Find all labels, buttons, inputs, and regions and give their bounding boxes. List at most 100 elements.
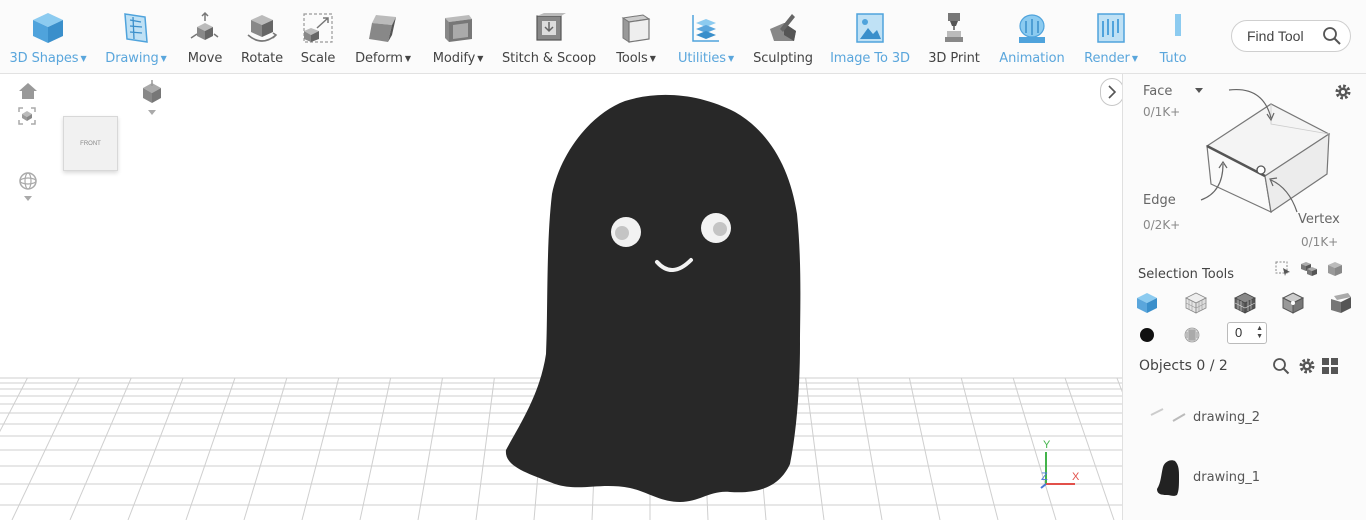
ghost-body[interactable] [505,94,801,502]
search-icon[interactable] [1322,26,1342,46]
solid-select-icon[interactable] [1135,291,1159,315]
tool-3d-print[interactable]: 3D Print [926,0,982,74]
tool-label: Utilities [677,51,726,66]
stepper-value: 0 [1235,325,1243,340]
tool-rotate[interactable]: Rotate [240,0,284,74]
tool-label: 3D Shapes [9,51,79,66]
vertex-label: Vertex [1298,212,1340,227]
object-thumbnail [1149,455,1193,499]
view-cube[interactable]: FRONT [63,116,118,171]
face-label: Face [1143,84,1173,99]
edge-label: Edge [1143,193,1176,208]
tool-sculpting[interactable]: Sculpting [752,0,814,74]
vertex-count: 0/1K+ [1301,235,1339,249]
tool-move[interactable]: Move [184,0,226,74]
view-cube-face-label: FRONT [80,140,101,147]
app-window: 3D Shapes▼ Drawing▼ Move Rotate Scale [0,0,1366,520]
deform-icon [365,10,401,46]
fit-view-icon[interactable] [17,106,37,126]
axis-gizmo: Y X Z [1040,439,1080,489]
grid-view-icon[interactable] [1321,357,1339,375]
object-name: drawing_2 [1193,409,1261,425]
object-thumbnail [1149,395,1193,439]
utilities-icon [688,10,724,46]
tool-label: Deform [355,51,403,66]
object-item-drawing-1[interactable]: drawing_1 [1123,449,1366,505]
object-item-drawing-2[interactable]: drawing_2 [1123,389,1366,445]
collapse-panel-button[interactable] [1100,78,1122,106]
selection-stepper[interactable]: 0 ▲ ▼ [1227,322,1267,344]
tool-label: Drawing [105,51,159,66]
edge-count: 0/2K+ [1143,218,1181,232]
tool-utilities[interactable]: Utilities ▼ [676,0,736,74]
color-fill-icon[interactable] [1138,326,1156,344]
modify-icon [440,10,476,46]
find-tool-placeholder: Find Tool [1247,28,1304,44]
object-name: drawing_1 [1193,469,1261,485]
objects-settings-icon[interactable] [1298,357,1316,375]
tool-3d-shapes[interactable]: 3D Shapes ▼ [8,0,88,74]
tool-animation[interactable]: Animation [998,0,1066,74]
tool-label: Render [1084,51,1130,66]
face-select-icon[interactable] [1329,291,1353,315]
image-icon [852,10,888,46]
stitch-scoop-icon [531,10,567,46]
axis-x-label: X [1072,471,1080,483]
tool-label: Tuto [1159,51,1187,66]
selection-tools-label: Selection Tools [1138,267,1235,282]
cube-icon [30,10,66,46]
tool-label: Stitch & Scoop [502,51,597,66]
objects-count-label: Objects 0 / 2 [1139,358,1228,374]
tool-drawing[interactable]: Drawing ▼ [104,0,168,74]
tool-label: Scale [300,51,336,66]
right-panel: Face 0/1K+ Edge 0/2K+ Vertex 0/1K+ Selec… [1122,74,1366,520]
tool-label: Modify [432,51,476,66]
tool-scale[interactable]: Scale [298,0,338,74]
main-toolbar: 3D Shapes▼ Drawing▼ Move Rotate Scale [0,0,1366,74]
ghost-left-eye [611,217,641,247]
rotate-icon [244,10,280,46]
search-objects-icon[interactable] [1272,357,1290,375]
view-mode-icon[interactable] [140,80,164,118]
tool-label: 3D Print [928,51,980,66]
3d-viewport[interactable]: FRONT Y X Z [0,74,1122,520]
wireframe-select-icon[interactable] [1184,291,1208,315]
ghost-model[interactable] [0,74,1122,520]
tool-image-to-3d[interactable]: Image To 3D [830,0,910,74]
ghost-right-eye [701,213,731,243]
axis-z-label: Z [1041,471,1048,483]
animation-icon [1014,10,1050,46]
select-objects-icon[interactable] [1300,261,1318,277]
box-select-icon[interactable] [1281,291,1305,315]
tool-label: Rotate [241,51,283,66]
tool-modify[interactable]: Modify ▼ [429,0,487,74]
tool-render[interactable]: Render ▼ [1082,0,1140,74]
tool-label: Image To 3D [830,51,910,66]
grid-select-icon[interactable] [1233,291,1257,315]
tool-label: Tools [616,51,648,66]
tool-label: Move [187,51,223,66]
tool-stitch-scoop[interactable]: Stitch & Scoop [502,0,596,74]
tool-label: Sculpting [753,51,813,66]
tool-label: Animation [999,51,1065,66]
sculpting-icon [765,10,801,46]
chevron-right-icon [1108,85,1117,99]
stepper-arrows[interactable]: ▲ ▼ [1256,325,1263,341]
pattern-fill-icon[interactable] [1183,326,1201,344]
move-icon [187,10,223,46]
printer-icon [936,10,972,46]
render-icon [1093,10,1129,46]
tutorials-icon [1155,10,1191,46]
tools-icon [618,10,654,46]
select-all-icon[interactable] [1327,261,1343,277]
tool-deform[interactable]: Deform ▼ [352,0,414,74]
select-cursor-icon[interactable] [1275,261,1291,277]
face-count: 0/1K+ [1143,105,1181,119]
axis-y-label: Y [1043,439,1051,451]
tool-tools[interactable]: Tools ▼ [612,0,660,74]
home-icon[interactable] [18,82,38,100]
orbit-icon[interactable] [17,170,39,204]
tool-tutorials[interactable]: Tuto [1155,0,1191,74]
drawing-icon [118,10,154,46]
find-tool-input[interactable]: Find Tool [1231,20,1351,52]
